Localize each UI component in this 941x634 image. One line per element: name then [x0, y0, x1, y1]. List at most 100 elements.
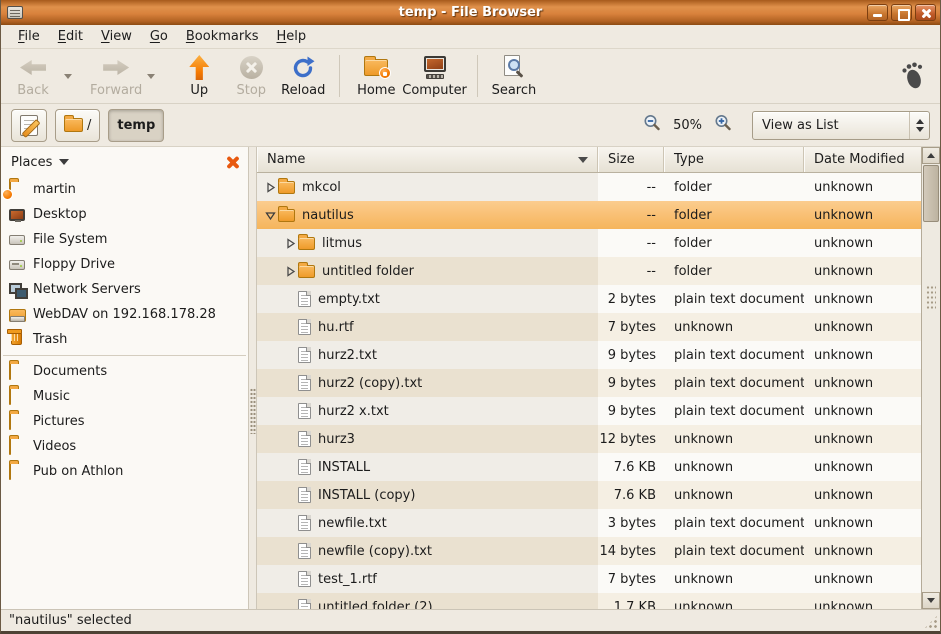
forward-button[interactable]: Forward — [90, 51, 142, 101]
sidebar-item-desktop[interactable]: Desktop — [1, 202, 248, 227]
expander-open-icon[interactable] — [262, 210, 278, 221]
menu-bookmarks[interactable]: Bookmarks — [177, 26, 268, 47]
table-row[interactable]: hurz2.txt 9 bytes plain text document un… — [257, 341, 921, 369]
sidebar-separator — [3, 355, 246, 356]
text-file-icon — [298, 599, 311, 609]
toolbar: Back Forward Up Stop Reload Home — [1, 49, 940, 104]
spinner-arrows-icon — [909, 112, 929, 139]
sidebar-item-pub[interactable]: Pub on Athlon — [1, 459, 248, 484]
sidebar-item-pictures[interactable]: Pictures — [1, 409, 248, 434]
table-row[interactable]: INSTALL (copy) 7.6 KB unknown unknown — [257, 481, 921, 509]
maximize-button[interactable] — [891, 4, 912, 21]
home-button[interactable]: Home — [350, 51, 402, 101]
expander-closed-icon[interactable] — [262, 182, 278, 193]
statusbar: "nautilus" selected — [1, 609, 940, 631]
location-bar: / temp 50% View as List — [1, 104, 940, 147]
minimize-button[interactable] — [867, 4, 888, 21]
file-name: nautilus — [302, 208, 354, 223]
sidebar-item-floppy[interactable]: Floppy Drive — [1, 252, 248, 277]
folder-icon — [9, 463, 11, 480]
expander-closed-icon[interactable] — [282, 266, 298, 277]
file-name: INSTALL — [318, 460, 370, 475]
table-row-selected[interactable]: nautilus -- folder unknown — [257, 201, 921, 229]
sidebar-item-home[interactable]: martin — [1, 177, 248, 202]
chevron-down-icon — [59, 159, 69, 165]
text-file-icon — [298, 515, 311, 531]
menu-help[interactable]: Help — [268, 26, 316, 47]
file-name: newfile.txt — [318, 516, 387, 531]
scroll-up-button[interactable] — [922, 147, 940, 164]
sidebar-header-select[interactable]: Places — [11, 155, 52, 170]
file-list: Name Size Type Date Modified mkcol -- fo… — [257, 147, 921, 609]
column-header-size[interactable]: Size — [598, 147, 664, 172]
table-row[interactable]: litmus -- folder unknown — [257, 229, 921, 257]
sidebar-item-music[interactable]: Music — [1, 384, 248, 409]
close-button[interactable] — [915, 4, 936, 21]
folder-icon — [9, 438, 11, 455]
sidebar-item-documents[interactable]: Documents — [1, 359, 248, 384]
sidebar-item-videos[interactable]: Videos — [1, 434, 248, 459]
table-row[interactable]: empty.txt 2 bytes plain text document un… — [257, 285, 921, 313]
scroll-down-button[interactable] — [922, 592, 940, 609]
sidebar-item-filesystem[interactable]: File System — [1, 227, 248, 252]
table-row[interactable]: INSTALL 7.6 KB unknown unknown — [257, 453, 921, 481]
sidebar-close-icon[interactable] — [225, 155, 240, 170]
file-name: untitled folder (2) — [318, 600, 433, 610]
table-row[interactable]: hurz2 x.txt 9 bytes plain text document … — [257, 397, 921, 425]
vertical-scrollbar[interactable] — [921, 147, 940, 609]
table-row[interactable]: hu.rtf 7 bytes unknown unknown — [257, 313, 921, 341]
up-icon — [189, 55, 209, 81]
stop-button[interactable]: Stop — [225, 51, 277, 101]
resize-grip[interactable] — [923, 614, 939, 630]
up-button[interactable]: Up — [173, 51, 225, 101]
column-header-name[interactable]: Name — [257, 147, 598, 172]
menu-file[interactable]: File — [9, 26, 49, 47]
sidebar-item-webdav[interactable]: WebDAV on 192.168.178.28 — [1, 302, 248, 327]
scrollbar-thumb[interactable] — [923, 165, 939, 222]
zoom-in-button[interactable] — [714, 114, 732, 136]
back-history-dropdown[interactable] — [59, 51, 76, 101]
table-row[interactable]: newfile (copy).txt 14 bytes plain text d… — [257, 537, 921, 565]
current-folder-button[interactable]: temp — [108, 109, 164, 142]
table-row[interactable]: test_1.rtf 7 bytes unknown unknown — [257, 565, 921, 593]
arrow-up-icon — [927, 153, 935, 158]
column-header-date-modified[interactable]: Date Modified — [804, 147, 921, 172]
menu-view[interactable]: View — [92, 26, 141, 47]
back-button[interactable]: Back — [7, 51, 59, 101]
arrow-down-icon — [927, 598, 935, 603]
menu-go[interactable]: Go — [141, 26, 177, 47]
menu-edit[interactable]: Edit — [49, 26, 92, 47]
column-header-type[interactable]: Type — [664, 147, 804, 172]
folder-icon — [9, 388, 11, 405]
table-row[interactable]: newfile.txt 3 bytes plain text document … — [257, 509, 921, 537]
computer-button[interactable]: Computer — [402, 51, 467, 101]
file-name: hurz2 x.txt — [318, 404, 389, 419]
table-row[interactable]: untitled folder (2) 1.7 KB unknown unkno… — [257, 593, 921, 609]
reload-button[interactable]: Reload — [277, 51, 329, 101]
sidebar-item-network[interactable]: Network Servers — [1, 277, 248, 302]
sidebar-item-trash[interactable]: Trash — [1, 327, 248, 352]
shared-folder-icon — [9, 309, 26, 322]
back-icon — [20, 55, 46, 81]
table-row[interactable]: hurz3 12 bytes unknown unknown — [257, 425, 921, 453]
root-path-button[interactable]: / — [55, 109, 100, 142]
file-browser-window: temp - File Browser File Edit View Go Bo… — [0, 0, 941, 634]
search-button[interactable]: Search — [488, 51, 540, 101]
table-row[interactable]: hurz2 (copy).txt 9 bytes plain text docu… — [257, 369, 921, 397]
trash-icon — [11, 333, 22, 345]
file-name: empty.txt — [318, 292, 380, 307]
maximize-icon — [892, 5, 911, 20]
view-mode-select[interactable]: View as List — [752, 111, 930, 140]
file-name: mkcol — [302, 180, 341, 195]
titlebar[interactable]: temp - File Browser — [1, 0, 940, 25]
expander-closed-icon[interactable] — [282, 238, 298, 249]
zoom-out-button[interactable] — [643, 114, 661, 136]
pane-resize-handle[interactable] — [249, 147, 257, 609]
stop-icon — [240, 55, 263, 81]
table-row[interactable]: untitled folder -- folder unknown — [257, 257, 921, 285]
edit-location-button[interactable] — [11, 109, 47, 142]
forward-history-dropdown[interactable] — [142, 51, 159, 101]
table-row[interactable]: mkcol -- folder unknown — [257, 173, 921, 201]
file-name: hu.rtf — [318, 320, 354, 335]
text-file-icon — [298, 375, 311, 391]
